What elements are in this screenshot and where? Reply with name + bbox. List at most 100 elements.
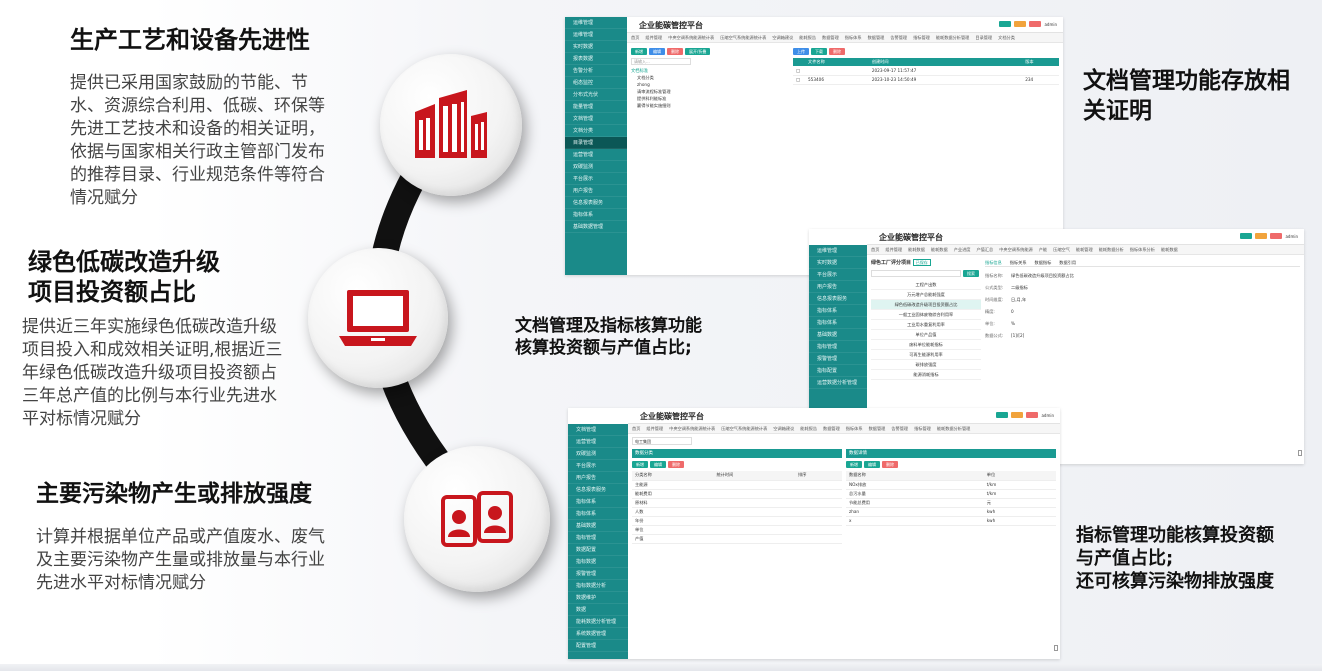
app-tab[interactable]: 能耗报告	[799, 35, 816, 40]
sidebar-item[interactable]: 指标体系	[809, 317, 867, 329]
table-row[interactable]: zhan kwh	[846, 507, 1056, 517]
tree-item[interactable]: 赢得节能实施细则	[631, 102, 791, 109]
sidebar-item[interactable]: 运营管理	[565, 149, 627, 161]
app-tab[interactable]: 中央空调系统能源统计表	[668, 35, 714, 40]
search-button[interactable]: 搜索	[963, 270, 979, 277]
app-tab[interactable]: 中央空调系统能源	[999, 247, 1033, 252]
app-tab[interactable]: 压缩空气	[1053, 247, 1070, 252]
sidebar-item[interactable]: 信息报表服务	[565, 197, 627, 209]
app-tab[interactable]: 能耗数据	[908, 247, 925, 252]
row-checkbox[interactable]: □	[793, 75, 805, 85]
sidebar-item[interactable]: 报警管理	[568, 568, 628, 580]
app-tab[interactable]: 指标体系分析	[1130, 247, 1155, 252]
sidebar-item[interactable]: 运维管理	[565, 29, 627, 41]
app-tab[interactable]: 指标管理	[914, 426, 931, 431]
detail-tab[interactable]: 数据引用	[1059, 260, 1076, 265]
user-name[interactable]: admin	[1044, 22, 1057, 27]
table-row[interactable]: x kwh	[846, 516, 1056, 526]
app-tab[interactable]: 组件管理	[885, 247, 902, 252]
indicator-list-item[interactable]: 废料单位能耗指标	[871, 340, 981, 350]
toolbar-button[interactable]: 下载	[811, 48, 827, 55]
app-tab[interactable]: 数据管理	[823, 426, 840, 431]
table-row[interactable]: 年份	[632, 516, 842, 526]
app-tab[interactable]: 指标管理	[913, 35, 930, 40]
app-tab[interactable]: 首页	[631, 35, 639, 40]
sidebar-item[interactable]: 平台展示	[568, 460, 628, 472]
sidebar-item[interactable]: 文档分类	[565, 125, 627, 137]
app-tab[interactable]: 数据管理	[868, 35, 885, 40]
toolbar-button[interactable]: 编辑	[650, 461, 666, 468]
sidebar-item[interactable]: 指标体系	[568, 508, 628, 520]
app-tab[interactable]: 组件管理	[646, 426, 663, 431]
detail-tab[interactable]: 数据指标	[1035, 260, 1052, 265]
tree-item[interactable]: zhong	[631, 81, 791, 88]
sidebar-item[interactable]: 用户报告	[565, 185, 627, 197]
toolbar-button[interactable]: 删除	[668, 461, 684, 468]
sidebar-item[interactable]: 平台展示	[809, 269, 867, 281]
app-tab[interactable]: 中央空调系统能源统计表	[669, 426, 715, 431]
sidebar-item[interactable]: 配置管理	[568, 640, 628, 652]
sidebar-item[interactable]: 报警管理	[809, 353, 867, 365]
table-row[interactable]: 原材料	[632, 498, 842, 508]
tree-item[interactable]: 提供科利能标准	[631, 95, 791, 102]
toolbar-button[interactable]: 删除	[667, 48, 683, 55]
sidebar-item[interactable]: 组态监控	[565, 77, 627, 89]
sidebar-item[interactable]: 告警分析	[565, 65, 627, 77]
app-tab[interactable]: 压缩空气系统能源统计表	[721, 426, 767, 431]
app-tab[interactable]: 能耗数据	[931, 247, 948, 252]
sidebar-item[interactable]: 指标数据分析	[568, 580, 628, 592]
app-tab[interactable]: 数据管理	[869, 426, 886, 431]
sidebar-item[interactable]: 用户报告	[568, 472, 628, 484]
user-name[interactable]: admin	[1041, 413, 1054, 418]
scrollbar[interactable]	[1054, 645, 1058, 651]
app-tab[interactable]: 能耗数据分析	[1099, 247, 1124, 252]
tree-search-input[interactable]: 请输入...	[631, 58, 691, 65]
sidebar-item[interactable]: 报表数据	[565, 53, 627, 65]
sidebar-item[interactable]: 能耗数据分析管理	[568, 616, 628, 628]
indicator-list-item[interactable]: 万元增产总能耗强度	[871, 290, 981, 300]
sidebar-item[interactable]: 运营管理	[568, 436, 628, 448]
sidebar-item[interactable]: 指标体系	[568, 496, 628, 508]
toolbar-button[interactable]: 新增	[631, 48, 647, 55]
app-tab[interactable]: 指标体系	[846, 426, 863, 431]
app-tab[interactable]: 首页	[871, 247, 879, 252]
app-tab[interactable]: 首页	[632, 426, 640, 431]
toolbar-button[interactable]: 删除	[882, 461, 898, 468]
toolbar-button[interactable]: 编辑	[649, 48, 665, 55]
sidebar-item[interactable]: 平台展示	[565, 173, 627, 185]
app-tab[interactable]: 能耗数据	[1161, 247, 1178, 252]
search-input[interactable]	[871, 270, 961, 277]
table-row[interactable]: 节能总费用元	[846, 498, 1056, 508]
app-tab[interactable]: 产业进度	[954, 247, 971, 252]
toolbar-button[interactable]: 编辑	[864, 461, 880, 468]
sidebar-item[interactable]: 基础数据	[568, 520, 628, 532]
indicator-list-item[interactable]: 能源消耗指标	[871, 370, 981, 380]
table-row[interactable]: 总污水量 t/km	[846, 489, 1056, 499]
app-tab[interactable]: 产能	[1039, 247, 1047, 252]
sidebar-item[interactable]: 指标数据	[568, 556, 628, 568]
sidebar-item[interactable]: 信息报表服务	[809, 293, 867, 305]
app-tab[interactable]: 产值汇总	[976, 247, 993, 252]
indicator-list-item[interactable]: 碳排放强度	[871, 360, 981, 370]
table-row[interactable]: 产值	[632, 534, 842, 544]
app-tab[interactable]: 能耗数据分析管理	[937, 426, 971, 431]
sidebar-item[interactable]: 双碳监测	[565, 161, 627, 173]
table-row[interactable]: 主能源	[632, 480, 842, 490]
sidebar-item[interactable]: 运维管理	[809, 245, 867, 257]
sidebar-item[interactable]: 实时数据	[809, 257, 867, 269]
table-row[interactable]: 人数	[632, 507, 842, 517]
sidebar-item[interactable]: 数据维护	[568, 592, 628, 604]
app-tab[interactable]: 组件管理	[645, 35, 662, 40]
sidebar-item[interactable]: 实时数据	[565, 41, 627, 53]
table-row[interactable]: 单位	[632, 525, 842, 535]
row-checkbox[interactable]: □	[793, 66, 805, 76]
app-tab[interactable]: 能耗数据分析管理	[936, 35, 970, 40]
toolbar-button[interactable]: 新增	[846, 461, 862, 468]
detail-tab[interactable]: 指标关系	[1010, 260, 1027, 265]
app-tab[interactable]: 能耗管理	[1076, 247, 1093, 252]
scrollbar[interactable]	[1298, 450, 1302, 456]
indicator-list-item[interactable]: 单位产品值	[871, 330, 981, 340]
app-tab[interactable]: 告警管理	[891, 426, 908, 431]
app-tab[interactable]: 能耗报告	[800, 426, 817, 431]
table-row[interactable]: □ 2023-09-17 11:57:47	[793, 66, 1059, 76]
